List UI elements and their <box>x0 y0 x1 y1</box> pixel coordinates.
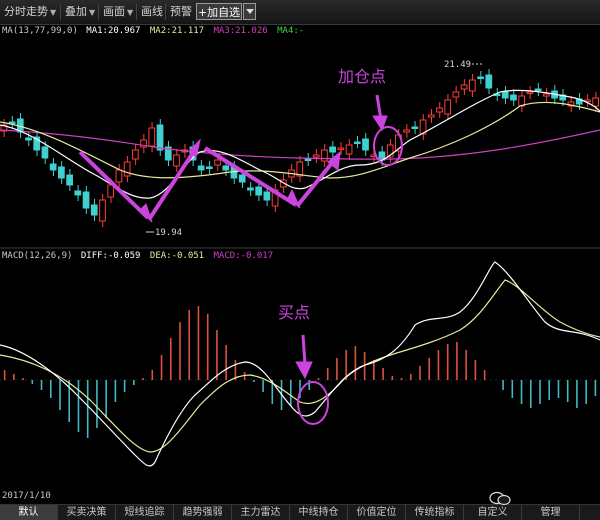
candle <box>49 163 57 171</box>
high-price-label: 21.49 <box>444 60 471 70</box>
candle <box>90 204 98 216</box>
wechat-watermark <box>486 491 586 506</box>
candle <box>263 191 271 201</box>
candle <box>477 76 484 79</box>
candle <box>444 99 452 115</box>
candle <box>214 159 221 166</box>
date-label: 2017/1/10 <box>2 491 51 501</box>
macd-histogram <box>3 306 597 438</box>
candle <box>156 124 164 151</box>
candle <box>501 91 509 99</box>
tab-value-position[interactable]: 价值定位 <box>348 505 406 520</box>
candle <box>337 147 345 150</box>
bottom-bar: 2017/1/10 默认 买卖决策 短线追踪 趋势强弱 主力雷达 中线持仓 价值… <box>0 491 600 520</box>
candle <box>534 88 542 91</box>
tab-default[interactable]: 默认 <box>0 505 58 520</box>
candle <box>222 165 230 171</box>
candle <box>485 74 493 89</box>
tab-manage[interactable]: 管理 <box>522 505 580 520</box>
candle <box>329 146 336 153</box>
candle <box>25 137 32 141</box>
candle <box>452 91 460 98</box>
candle <box>115 169 123 183</box>
candle <box>58 166 65 179</box>
add-position-label: 加仓点 <box>338 67 386 86</box>
candle <box>592 97 600 107</box>
candle <box>197 165 205 171</box>
buy-point-label: 买点 <box>278 303 310 322</box>
candle <box>132 149 139 160</box>
candle <box>468 79 476 92</box>
candle <box>205 166 213 169</box>
candle <box>99 199 106 222</box>
candle <box>238 174 246 183</box>
candle <box>247 187 254 191</box>
candle <box>510 94 517 101</box>
trend-arrows <box>78 94 388 380</box>
candle <box>304 158 312 161</box>
tab-mid-position[interactable]: 中线持仓 <box>290 505 348 520</box>
candle <box>353 141 361 144</box>
candle <box>74 190 82 196</box>
indicator-tabs: 默认 买卖决策 短线追踪 趋势强弱 主力雷达 中线持仓 价值定位 传统指标 自定… <box>0 504 600 520</box>
candle <box>66 174 73 186</box>
candle <box>403 129 410 133</box>
candle <box>411 126 419 129</box>
candle <box>526 91 534 94</box>
wechat-icon <box>489 491 511 506</box>
candle <box>362 138 369 151</box>
candle <box>255 186 263 196</box>
tab-trend-strength[interactable]: 趋势强弱 <box>174 505 232 520</box>
tab-trade-decision[interactable]: 买卖决策 <box>58 505 116 520</box>
candle <box>41 146 49 159</box>
tab-custom[interactable]: 自定义 <box>464 505 522 520</box>
candle <box>542 93 550 97</box>
candle <box>427 114 435 118</box>
arrow-down-icon <box>295 361 313 380</box>
candle <box>460 84 468 90</box>
candle <box>148 127 156 147</box>
candle <box>345 144 353 155</box>
tab-main-radar[interactable]: 主力雷达 <box>232 505 290 520</box>
candle <box>321 149 328 162</box>
candle <box>436 107 443 113</box>
candle <box>82 191 90 209</box>
candle <box>312 154 320 158</box>
candle <box>107 184 115 198</box>
kline-chart[interactable]: 21.49 19.94 加仓点 买点 <box>0 0 600 490</box>
tab-short-tracking[interactable]: 短线追踪 <box>116 505 174 520</box>
low-price-label: 19.94 <box>155 228 182 238</box>
candle <box>173 154 180 167</box>
candle <box>123 161 131 177</box>
tab-traditional-indicators[interactable]: 传统指标 <box>406 505 464 520</box>
